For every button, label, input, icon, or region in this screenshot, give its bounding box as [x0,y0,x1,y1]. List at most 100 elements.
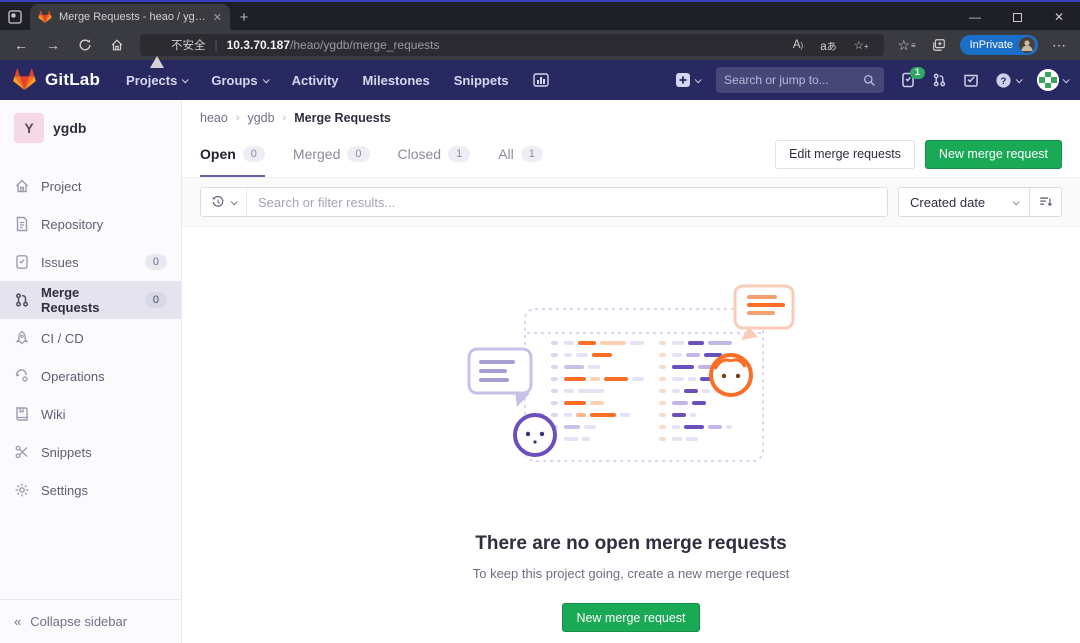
read-aloud-icon[interactable]: A) [788,39,808,51]
chevron-down-icon [1013,198,1020,205]
sidebar-item-repository[interactable]: Repository [0,205,181,243]
filter-search-input[interactable] [247,195,887,210]
project-context[interactable]: Y ygdb [0,100,181,153]
sidebar-item-issues[interactable]: Issues 0 [0,243,181,281]
sort-direction-button[interactable] [1030,187,1062,217]
search-icon [863,74,876,87]
collapse-sidebar-button[interactable]: « Collapse sidebar [0,599,181,643]
document-icon [14,216,30,232]
filter-bar: Created date [182,177,1080,227]
chevron-down-icon [1063,76,1070,83]
back-button[interactable]: ← [6,33,36,57]
new-merge-request-button[interactable]: New merge request [925,140,1062,169]
tab-merged[interactable]: Merged0 [293,131,370,177]
sidebar-item-project[interactable]: Project [0,167,181,205]
chevron-down-icon [182,76,189,83]
user-identicon-avatar [1037,69,1059,91]
merge-requests-count-pill: 0 [145,292,167,308]
project-name: ygdb [53,120,86,136]
filtered-search[interactable] [200,187,888,217]
not-secure-warning-icon[interactable]: ! [150,39,164,51]
merge-request-icon [14,292,30,308]
tab-close-icon[interactable]: ✕ [213,11,222,24]
double-chevron-left-icon: « [14,614,21,629]
empty-state-subtitle: To keep this project going, create a new… [182,566,1080,581]
todos-nav-icon[interactable] [963,72,979,88]
nav-projects[interactable]: Projects [126,73,187,88]
tab-actions-menu-icon[interactable] [0,4,30,30]
browser-menu-icon[interactable]: ⋯ [1044,33,1074,57]
global-search-placeholder: Search or jump to... [724,73,857,87]
browser-titlebar: Merge Requests - heao / ygdb ✕ + — ✕ [0,0,1080,30]
sort-descending-icon [1038,195,1053,209]
issues-icon [14,254,30,270]
browser-toolbar: ← → ! 不安全 | 10.3.70.187/heao/ygdb/merge_… [0,30,1080,60]
issues-nav-icon[interactable]: 1 [900,72,916,88]
favorites-bar-icon[interactable]: ☆≡ [892,33,922,57]
breadcrumb: heao › ygdb › Merge Requests [182,100,1080,129]
nav-snippets[interactable]: Snippets [454,73,509,88]
tab-title: Merge Requests - heao / ygdb [59,11,206,23]
translate-icon[interactable]: aあ [815,38,841,53]
url-host: 10.3.70.187 [227,38,290,52]
svg-text:?: ? [1001,75,1007,86]
refresh-button[interactable] [70,33,100,57]
sidebar-item-snippets[interactable]: Snippets [0,433,181,471]
new-menu-button[interactable] [675,72,700,88]
inprivate-badge[interactable]: InPrivate [960,35,1038,55]
gear-icon [14,482,30,498]
profile-avatar [1019,37,1035,53]
tab-merged-count: 0 [347,146,369,162]
window-minimize-button[interactable]: — [954,4,996,30]
chevron-down-icon [262,76,269,83]
tab-closed-count: 1 [448,146,470,162]
breadcrumb-group[interactable]: heao [200,111,228,125]
tab-open[interactable]: Open0 [200,131,265,177]
forward-button[interactable]: → [38,33,68,57]
breadcrumb-current: Merge Requests [294,111,391,125]
operations-icon [14,368,30,384]
browser-tab[interactable]: Merge Requests - heao / ygdb ✕ [30,4,230,30]
merge-requests-nav-icon[interactable] [932,72,947,88]
sidebar-item-wiki[interactable]: Wiki [0,395,181,433]
tab-all[interactable]: All1 [498,131,543,177]
nav-milestones[interactable]: Milestones [363,73,430,88]
help-menu-button[interactable]: ? [995,72,1021,89]
window-close-button[interactable]: ✕ [1038,4,1080,30]
chevron-down-icon [1016,76,1023,83]
global-search-box[interactable]: Search or jump to... [716,67,884,93]
home-icon [14,178,30,194]
breadcrumb-separator: › [236,112,240,124]
new-tab-button[interactable]: + [230,4,258,30]
address-bar[interactable]: ! 不安全 | 10.3.70.187/heao/ygdb/merge_requ… [140,34,884,56]
sidebar-item-merge-requests[interactable]: Merge Requests 0 [0,281,181,319]
window-maximize-button[interactable] [996,4,1038,30]
empty-state-new-merge-request-button[interactable]: New merge request [562,603,699,632]
breadcrumb-separator: › [283,112,287,124]
address-separator: | [215,38,218,52]
main-content: heao › ygdb › Merge Requests Open0 Merge… [182,100,1080,643]
user-avatar-button[interactable] [1037,69,1068,91]
gitlab-logo[interactable]: GitLab [12,68,100,92]
home-button[interactable] [102,33,132,57]
book-icon [14,406,30,422]
issues-count-badge: 1 [910,67,925,79]
sidebar-item-operations[interactable]: Operations [0,357,181,395]
chevron-down-icon [695,76,702,83]
recent-searches-button[interactable] [201,188,247,216]
empty-state-illustration [463,283,799,481]
edit-merge-requests-button[interactable]: Edit merge requests [775,140,915,169]
sort-by-dropdown[interactable]: Created date [898,187,1030,217]
breadcrumb-project[interactable]: ygdb [247,111,274,125]
nav-groups[interactable]: Groups [211,73,267,88]
tab-closed[interactable]: Closed1 [398,131,471,177]
add-favorite-icon[interactable]: ☆+ [849,38,874,52]
sidebar-item-settings[interactable]: Settings [0,471,181,509]
nav-activity[interactable]: Activity [292,73,339,88]
sidebar-item-cicd[interactable]: CI / CD [0,319,181,357]
scissors-icon [14,444,30,460]
chevron-down-icon [231,198,238,205]
charts-icon[interactable] [533,73,549,87]
collections-icon[interactable] [924,33,954,57]
project-avatar: Y [14,113,44,143]
